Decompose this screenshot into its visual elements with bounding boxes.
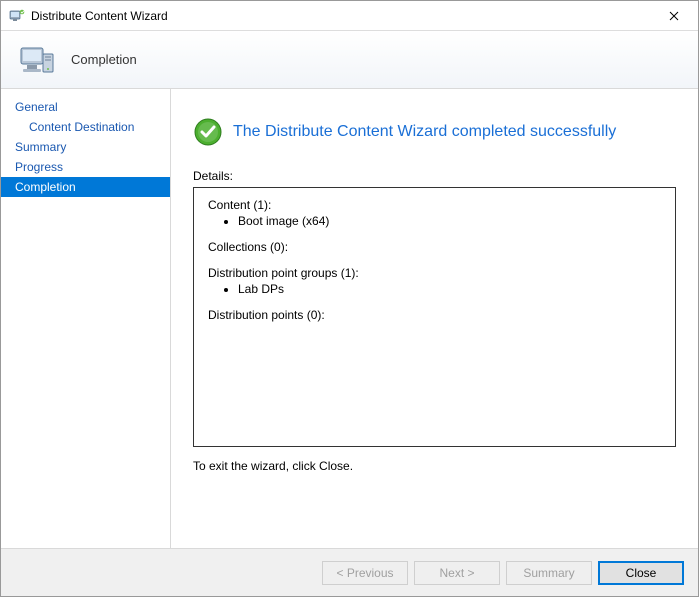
success-check-icon xyxy=(193,117,223,147)
details-group-content: Content (1): Boot image (x64) xyxy=(208,198,661,228)
sidebar-step-progress[interactable]: Progress xyxy=(1,157,170,177)
details-box: Content (1): Boot image (x64) Collections … xyxy=(193,187,676,447)
details-group-dps: Distribution points (0): xyxy=(208,308,661,322)
details-group-heading: Distribution points (0): xyxy=(208,308,661,322)
close-button[interactable]: Close xyxy=(598,561,684,585)
content-pane: The Distribute Content Wizard completed … xyxy=(171,89,698,548)
banner-heading: Completion xyxy=(71,52,137,67)
sidebar-step-summary[interactable]: Summary xyxy=(1,137,170,157)
details-label: Details: xyxy=(193,169,676,183)
headline-text: The Distribute Content Wizard completed … xyxy=(233,123,616,141)
details-group-heading: Content (1): xyxy=(208,198,661,212)
sidebar-step-content-destination[interactable]: Content Destination xyxy=(1,117,170,137)
exit-hint: To exit the wizard, click Close. xyxy=(193,459,676,473)
wizard-computer-icon xyxy=(17,40,57,80)
sidebar-step-completion: Completion xyxy=(1,177,170,197)
wizard-body: GeneralContent DestinationSummaryProgres… xyxy=(1,89,698,548)
details-group-collections: Collections (0): xyxy=(208,240,661,254)
titlebar: Distribute Content Wizard xyxy=(1,1,698,31)
window-close-button[interactable] xyxy=(654,2,694,30)
footer: < Previous Next > Summary Close xyxy=(1,548,698,596)
window-title: Distribute Content Wizard xyxy=(31,9,654,23)
details-group-heading: Distribution point groups (1): xyxy=(208,266,661,280)
details-group-dp_groups: Distribution point groups (1): Lab DPs xyxy=(208,266,661,296)
next-button: Next > xyxy=(414,561,500,585)
sidebar: GeneralContent DestinationSummaryProgres… xyxy=(1,89,171,548)
details-group-list: Lab DPs xyxy=(208,282,661,296)
details-group-heading: Collections (0): xyxy=(208,240,661,254)
close-icon xyxy=(669,11,679,21)
summary-button: Summary xyxy=(506,561,592,585)
app-icon xyxy=(9,8,25,24)
previous-button: < Previous xyxy=(322,561,408,585)
banner: Completion xyxy=(1,31,698,89)
sidebar-step-general[interactable]: General xyxy=(1,97,170,117)
details-item: Boot image (x64) xyxy=(238,214,661,228)
details-group-list: Boot image (x64) xyxy=(208,214,661,228)
completion-headline: The Distribute Content Wizard completed … xyxy=(193,117,676,147)
details-item: Lab DPs xyxy=(238,282,661,296)
